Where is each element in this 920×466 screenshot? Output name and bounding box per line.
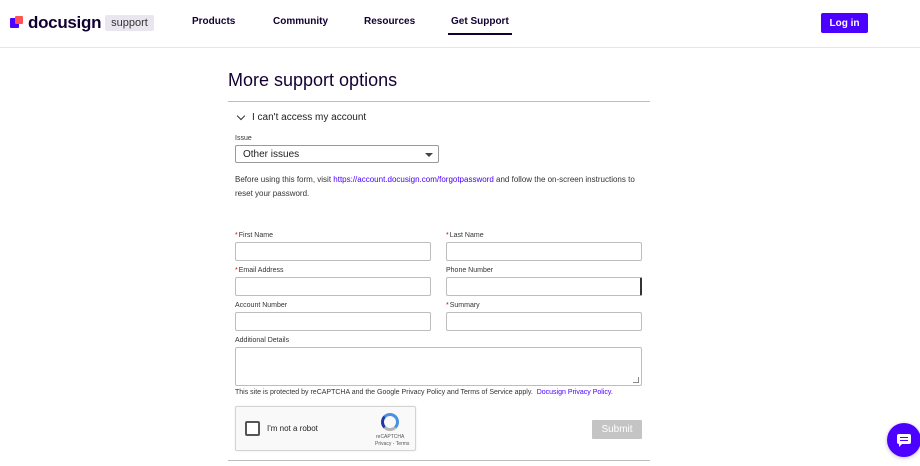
section-divider: [228, 101, 650, 102]
recaptcha-notice-text: This site is protected by reCAPTCHA and …: [235, 389, 533, 396]
support-options-section: More support options I can't access my a…: [228, 70, 650, 201]
required-mark: *: [446, 302, 449, 309]
phone-field: Phone Number: [446, 267, 642, 296]
phone-label: Phone Number: [446, 267, 494, 274]
login-button[interactable]: Log in: [821, 13, 868, 33]
additional-details-label: Additional Details: [235, 337, 290, 344]
email-label: *Email Address: [235, 267, 431, 277]
docusign-logo-icon: [10, 16, 24, 30]
first-name-field: *First Name: [235, 232, 431, 261]
accordion-title: I can't access my account: [252, 111, 367, 123]
last-name-field: *Last Name: [446, 232, 642, 261]
resize-grip-icon[interactable]: [633, 377, 639, 383]
info-text-before: Before using this form, visit: [235, 175, 334, 184]
email-field: *Email Address: [235, 267, 431, 296]
required-mark: *: [446, 232, 449, 239]
submit-button[interactable]: Submit: [592, 420, 642, 439]
account-number-field: Account Number: [235, 302, 431, 331]
required-mark: *: [235, 267, 238, 274]
forgot-password-info: Before using this form, visit https://ac…: [235, 173, 645, 201]
issue-selected-value: Other issues: [243, 149, 300, 160]
recaptcha-checkbox[interactable]: [245, 421, 260, 436]
chat-bubble-icon: [897, 434, 911, 447]
summary-input[interactable]: [446, 312, 642, 331]
summary-label-text: Summary: [449, 302, 480, 309]
nav-get-support[interactable]: Get Support: [448, 16, 512, 35]
recaptcha-notice: This site is protected by reCAPTCHA and …: [235, 389, 613, 396]
phone-input[interactable]: [446, 277, 642, 296]
last-name-label-text: Last Name: [449, 232, 484, 239]
additional-details-textarea[interactable]: [235, 347, 642, 386]
additional-details-field: Additional Details: [235, 337, 642, 386]
recaptcha-brand: reCAPTCHA: [376, 434, 405, 440]
accordion-cant-access-account[interactable]: I can't access my account: [228, 110, 650, 124]
support-badge: support: [105, 15, 154, 31]
page-title: More support options: [228, 70, 398, 90]
summary-field: *Summary: [446, 302, 642, 331]
email-input[interactable]: [235, 277, 431, 296]
issue-select[interactable]: Other issues: [235, 145, 439, 163]
bottom-divider: [228, 460, 650, 461]
site-header: docusign support Products Community Reso…: [0, 0, 920, 48]
last-name-input[interactable]: [446, 242, 642, 261]
caret-down-icon: [425, 153, 433, 157]
summary-label: *Summary: [446, 302, 642, 312]
email-label-text: Email Address: [238, 267, 284, 274]
docusign-logo[interactable]: docusign support: [10, 13, 154, 33]
recaptcha-widget: I'm not a robot reCAPTCHA Privacy - Term…: [235, 406, 416, 451]
nav-community[interactable]: Community: [273, 16, 328, 27]
first-name-label-text: First Name: [238, 232, 273, 239]
account-number-input[interactable]: [235, 312, 431, 331]
required-mark: *: [235, 232, 238, 239]
nav-resources[interactable]: Resources: [364, 16, 415, 27]
issue-label: Issue: [235, 135, 252, 142]
last-name-label: *Last Name: [446, 232, 642, 242]
privacy-policy-link[interactable]: Docusign Privacy Policy.: [537, 389, 613, 396]
nav-products[interactable]: Products: [192, 16, 235, 27]
account-number-label: Account Number: [235, 302, 288, 309]
forgot-password-link[interactable]: https://account.docusign.com/forgotpassw…: [333, 175, 494, 184]
first-name-label: *First Name: [235, 232, 431, 242]
chevron-down-icon: [236, 111, 246, 120]
recaptcha-logo-icon: [381, 413, 399, 431]
logo-text: docusign: [28, 13, 102, 32]
recaptcha-label: I'm not a robot: [267, 424, 318, 433]
recaptcha-privacy-terms[interactable]: Privacy - Terms: [375, 441, 409, 447]
chat-button[interactable]: [887, 423, 920, 457]
first-name-input[interactable]: [235, 242, 431, 261]
